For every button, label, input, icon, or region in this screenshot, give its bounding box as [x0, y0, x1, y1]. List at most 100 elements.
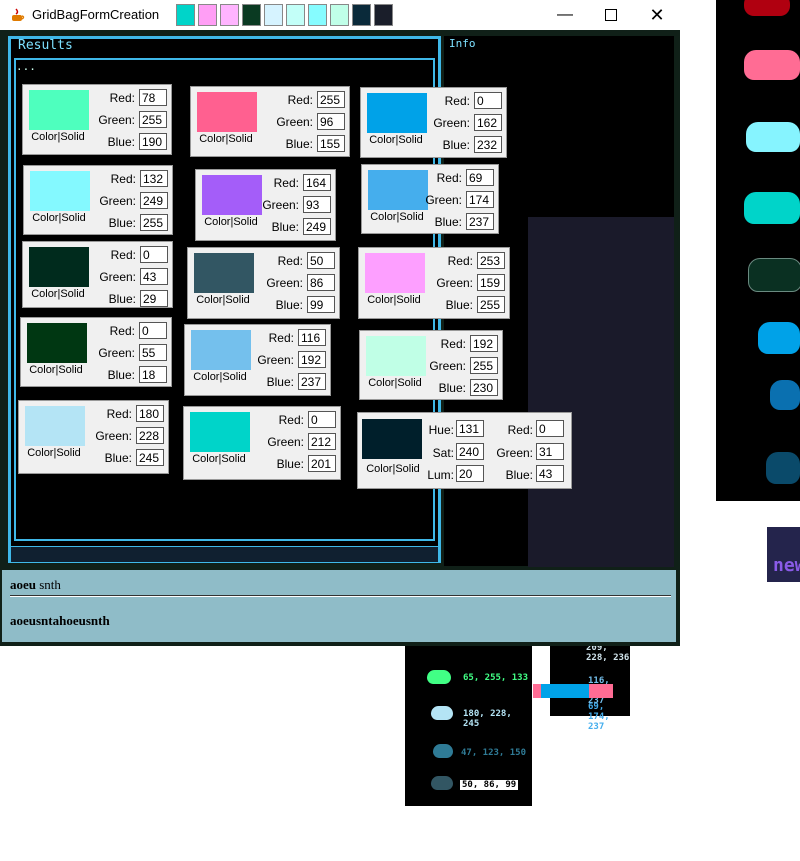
- text-line-1: aoeu snth: [10, 577, 61, 593]
- rgb-color-card: Color|Solid Red: 253 Green: 159 Blue: 255: [358, 247, 510, 319]
- red-input[interactable]: 0: [140, 246, 168, 263]
- green-label: Green:: [95, 429, 132, 443]
- toolbar-color-swatch[interactable]: [286, 4, 305, 26]
- red-input[interactable]: 78: [139, 89, 167, 106]
- blue-input[interactable]: 237: [298, 373, 326, 390]
- color-solid-label: Color|Solid: [29, 364, 83, 376]
- blue-input[interactable]: 190: [139, 133, 167, 150]
- blue-input[interactable]: 201: [308, 455, 336, 472]
- rgb-color-card: Color|Solid Red: 0 Green: 43 Blue: 29: [22, 241, 173, 308]
- green-label: Green:: [425, 193, 462, 207]
- green-input[interactable]: 55: [139, 344, 167, 361]
- red-input[interactable]: 253: [477, 252, 505, 269]
- blue-input[interactable]: 29: [140, 290, 168, 307]
- blue-input[interactable]: 255: [477, 296, 505, 313]
- info-label: Info: [449, 37, 476, 50]
- toolbar-color-swatch[interactable]: [176, 4, 195, 26]
- green-input[interactable]: 43: [140, 268, 168, 285]
- toolbar-color-swatch[interactable]: [352, 4, 371, 26]
- maximize-button[interactable]: [588, 0, 634, 30]
- green-input[interactable]: 255: [470, 357, 498, 374]
- toolbar-color-swatch[interactable]: [330, 4, 349, 26]
- toolbar-color-swatch[interactable]: [374, 4, 393, 26]
- toolbar-color-swatch[interactable]: [242, 4, 261, 26]
- red-label: Red:: [287, 93, 313, 107]
- color-swatch[interactable]: [29, 90, 89, 130]
- color-swatch[interactable]: [27, 323, 87, 363]
- green-input[interactable]: 162: [474, 114, 502, 131]
- green-label: Green:: [98, 346, 135, 360]
- rgb-color-card: Color|Solid Red: 0 Green: 212 Blue: 201: [183, 406, 341, 480]
- sat-input[interactable]: 240: [456, 443, 484, 460]
- green-input[interactable]: 192: [298, 351, 326, 368]
- color-swatch[interactable]: [30, 171, 90, 211]
- close-button[interactable]: ✕: [634, 0, 680, 30]
- red-input[interactable]: 0: [474, 92, 502, 109]
- minimize-button[interactable]: —: [542, 0, 588, 30]
- blue-input[interactable]: 232: [474, 136, 502, 153]
- color-swatch[interactable]: [190, 412, 250, 452]
- red-input[interactable]: 0: [308, 411, 336, 428]
- title-bar[interactable]: GridBagFormCreation — ✕: [0, 0, 680, 31]
- text-line-1-bold: aoeu: [10, 577, 36, 592]
- blue-input[interactable]: 255: [140, 214, 168, 231]
- blue-label: Blue:: [108, 292, 136, 306]
- green-input[interactable]: 174: [466, 191, 494, 208]
- color-swatch[interactable]: [365, 253, 425, 293]
- color-swatch[interactable]: [25, 406, 85, 446]
- color-bar-pink-left: [533, 684, 541, 698]
- toolbar-color-swatch[interactable]: [220, 4, 239, 26]
- blue-label: Blue:: [107, 135, 135, 149]
- red-input[interactable]: 50: [307, 252, 335, 269]
- green-input[interactable]: 255: [139, 111, 167, 128]
- blob-teal: [744, 192, 800, 224]
- red-input[interactable]: 132: [140, 170, 168, 187]
- blue-input[interactable]: 249: [303, 218, 331, 235]
- green-input[interactable]: 31: [536, 443, 564, 460]
- color-swatch[interactable]: [29, 247, 89, 287]
- green-input[interactable]: 93: [303, 196, 331, 213]
- blue-label: Blue:: [445, 298, 473, 312]
- red-input[interactable]: 164: [303, 174, 331, 191]
- red-input[interactable]: 0: [139, 322, 167, 339]
- hue-input[interactable]: 131: [456, 420, 484, 437]
- blue-input[interactable]: 99: [307, 296, 335, 313]
- green-input[interactable]: 96: [317, 113, 345, 130]
- rgb-color-card: Color|Solid Red: 255 Green: 96 Blue: 155: [190, 86, 350, 157]
- color-swatch[interactable]: [197, 92, 257, 132]
- color-swatch[interactable]: [194, 253, 254, 293]
- lum-label: Lum:: [427, 468, 454, 482]
- text-line-2: aoeusntahoeusnth: [10, 613, 110, 628]
- red-label: Red:: [109, 324, 135, 338]
- red-input[interactable]: 255: [317, 91, 345, 108]
- red-input[interactable]: 69: [466, 169, 494, 186]
- blue-input[interactable]: 245: [136, 449, 164, 466]
- red-label: Red:: [106, 407, 132, 421]
- blob-pink: [744, 50, 800, 80]
- green-input[interactable]: 228: [136, 427, 164, 444]
- rgb-color-card: Color|Solid Red: 180 Green: 228 Blue: 245: [18, 400, 169, 474]
- toolbar-color-swatch[interactable]: [264, 4, 283, 26]
- green-input[interactable]: 212: [308, 433, 336, 450]
- blue-input[interactable]: 230: [470, 379, 498, 396]
- red-label: Red:: [278, 413, 304, 427]
- blue-input[interactable]: 43: [536, 465, 564, 482]
- text-area[interactable]: [2, 570, 676, 642]
- toolbar-color-swatch[interactable]: [198, 4, 217, 26]
- red-input[interactable]: 180: [136, 405, 164, 422]
- red-input[interactable]: 116: [298, 329, 326, 346]
- blue-label: Blue:: [285, 137, 313, 151]
- blue-input[interactable]: 237: [466, 213, 494, 230]
- green-input[interactable]: 159: [477, 274, 505, 291]
- rgb-color-card: Color|Solid Red: 116 Green: 192 Blue: 237: [184, 324, 331, 396]
- lum-input[interactable]: 20: [456, 465, 484, 482]
- green-input[interactable]: 86: [307, 274, 335, 291]
- red-input[interactable]: 0: [536, 420, 564, 437]
- blue-input[interactable]: 18: [139, 366, 167, 383]
- red-input[interactable]: 192: [470, 335, 498, 352]
- results-status-bar: [10, 546, 439, 563]
- green-label: Green:: [262, 198, 299, 212]
- blue-input[interactable]: 155: [317, 135, 345, 152]
- toolbar-color-swatch[interactable]: [308, 4, 327, 26]
- green-input[interactable]: 249: [140, 192, 168, 209]
